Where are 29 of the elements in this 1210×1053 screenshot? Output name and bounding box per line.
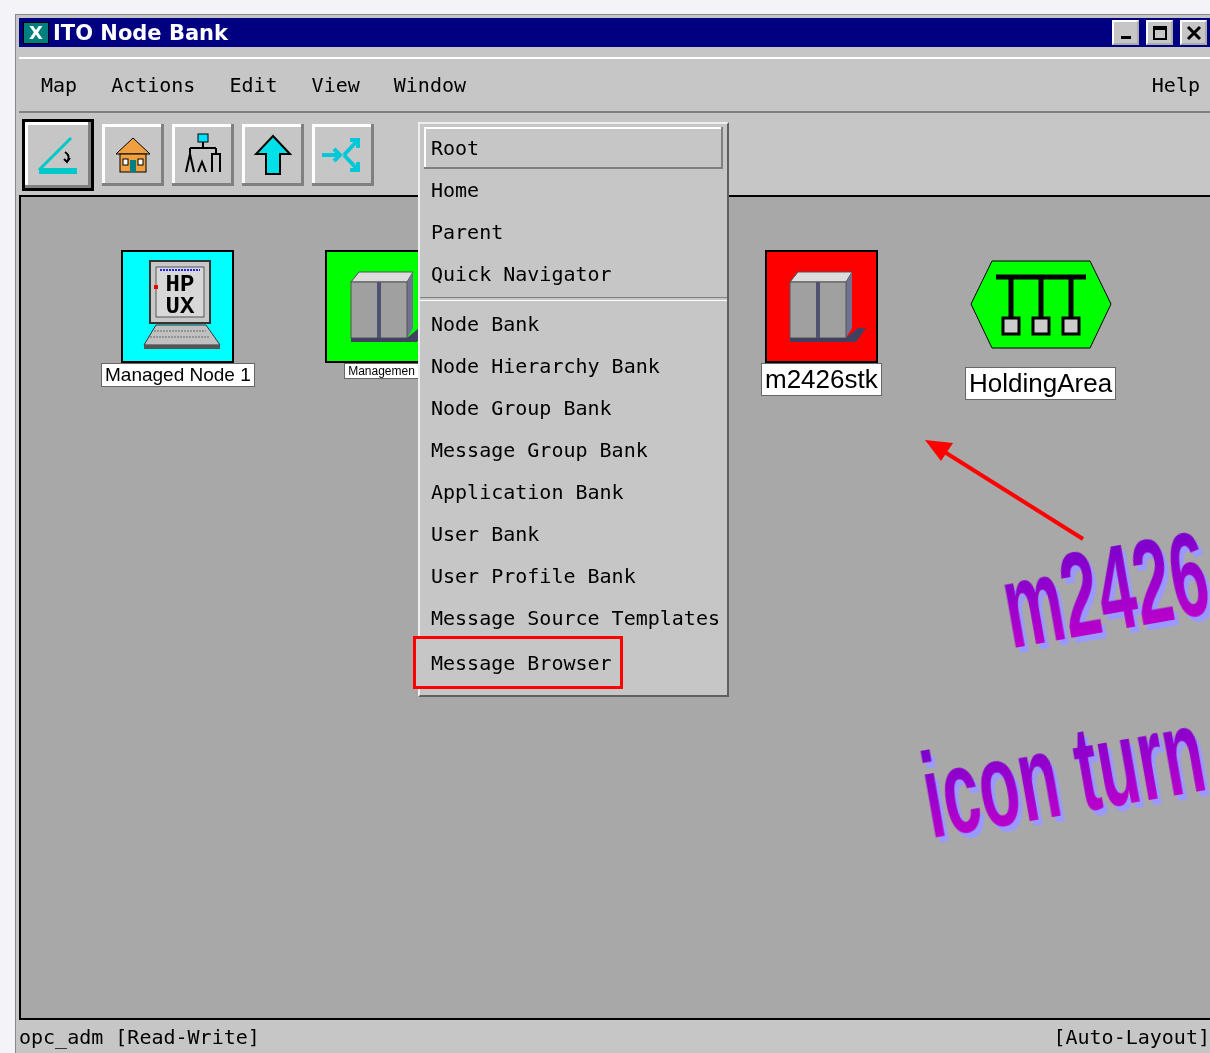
toolbar-button[interactable]: [242, 124, 304, 186]
menu-item[interactable]: Edit: [227, 73, 280, 97]
popup-menu-item[interactable]: Message Browser: [413, 636, 623, 689]
popup-menu-item[interactable]: Root: [424, 127, 723, 169]
maximize-button[interactable]: [1146, 20, 1173, 45]
minimize-button[interactable]: [1112, 20, 1139, 45]
window-title: ITO Node Bank: [53, 20, 229, 45]
node-label: HoldingArea: [965, 367, 1117, 400]
status-text: opc_adm [Read-Write]: [19, 1024, 260, 1049]
node-status-box[interactable]: [764, 250, 878, 363]
maximize-icon: [1151, 24, 1168, 41]
menu-item[interactable]: View: [309, 73, 362, 97]
menu-item[interactable]: Actions: [109, 73, 198, 97]
status-text: [Auto-Layout]: [1053, 1024, 1210, 1049]
menu-item[interactable]: Window: [391, 73, 468, 97]
menu-item[interactable]: Help: [1149, 73, 1202, 97]
node-label: Managed Node 1: [101, 363, 255, 387]
toolbar-button[interactable]: [22, 119, 94, 191]
node-status-box[interactable]: HP UX: [121, 250, 235, 363]
minimize-icon: [1120, 36, 1131, 39]
hub-node-icon[interactable]: [969, 260, 1112, 349]
toolbar-button[interactable]: [172, 124, 234, 186]
close-button[interactable]: [1180, 20, 1207, 45]
close-icon: [1185, 24, 1202, 41]
toolbar-button[interactable]: [102, 124, 164, 186]
node-label: m2426stk: [761, 363, 882, 396]
node-label: Managemen: [344, 363, 419, 379]
window-menu-icon[interactable]: X: [23, 21, 49, 44]
menu-item[interactable]: Map: [39, 73, 80, 97]
